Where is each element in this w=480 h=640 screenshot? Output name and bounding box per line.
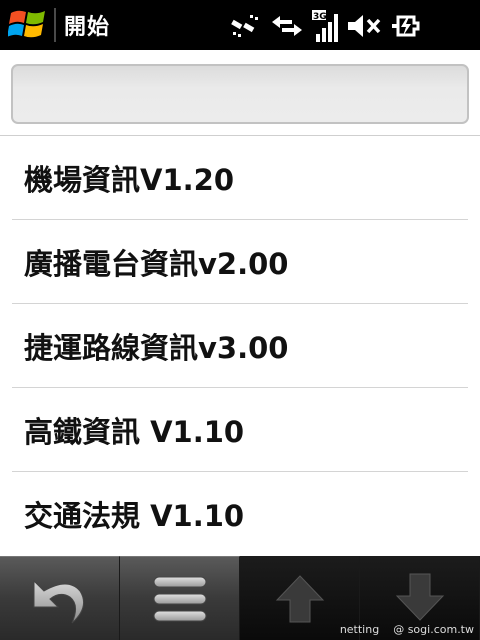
title-bar: 開始 3G bbox=[0, 0, 480, 50]
page-title: 開始 bbox=[64, 15, 111, 40]
list-item-label: 機場資訊V1.20 bbox=[24, 162, 234, 197]
watermark-left: netting bbox=[339, 623, 380, 636]
wifi-off-icon bbox=[230, 10, 262, 42]
list-item[interactable]: 捷運路線資訊v3.00 bbox=[12, 304, 468, 388]
watermark: netting @ sogi.com.tw bbox=[340, 623, 474, 636]
svg-text:3G: 3G bbox=[313, 12, 327, 22]
back-button[interactable] bbox=[0, 556, 120, 640]
3g-signal-icon: 3G bbox=[312, 10, 338, 42]
watermark-right: @ sogi.com.tw bbox=[393, 623, 474, 636]
list-item-label: 捷運路線資訊v3.00 bbox=[24, 330, 289, 365]
list-item-label: 交通法規 V1.10 bbox=[24, 499, 245, 533]
menu-icon bbox=[153, 576, 206, 621]
list-item-label: 廣播電台資訊v2.00 bbox=[24, 246, 289, 281]
battery-charging-icon bbox=[392, 10, 422, 42]
softkey-bar: netting @ sogi.com.tw bbox=[0, 556, 480, 640]
search-input[interactable] bbox=[11, 64, 469, 124]
menu-button[interactable] bbox=[120, 556, 240, 640]
list-item[interactable]: 高鐵資訊 V1.10 bbox=[12, 388, 468, 472]
list-item[interactable]: 廣播電台資訊v2.00 bbox=[12, 220, 468, 304]
title-divider bbox=[54, 8, 56, 42]
arrow-up-icon bbox=[275, 575, 324, 623]
list-item[interactable]: 交通法規 V1.10 bbox=[12, 472, 468, 556]
back-icon bbox=[33, 579, 84, 623]
program-list: 機場資訊V1.20 廣播電台資訊v2.00 捷運路線資訊v3.00 高鐵資訊 V… bbox=[0, 136, 480, 556]
list-item-label: 高鐵資訊 V1.10 bbox=[24, 414, 245, 449]
status-icons[interactable]: 3G bbox=[230, 10, 422, 42]
data-transfer-icon bbox=[272, 10, 302, 42]
arrow-down-icon bbox=[395, 573, 444, 621]
search-area bbox=[0, 50, 480, 136]
speaker-muted-icon bbox=[348, 10, 382, 42]
list-item[interactable]: 機場資訊V1.20 bbox=[12, 136, 468, 220]
windows-start-icon[interactable] bbox=[4, 0, 52, 50]
